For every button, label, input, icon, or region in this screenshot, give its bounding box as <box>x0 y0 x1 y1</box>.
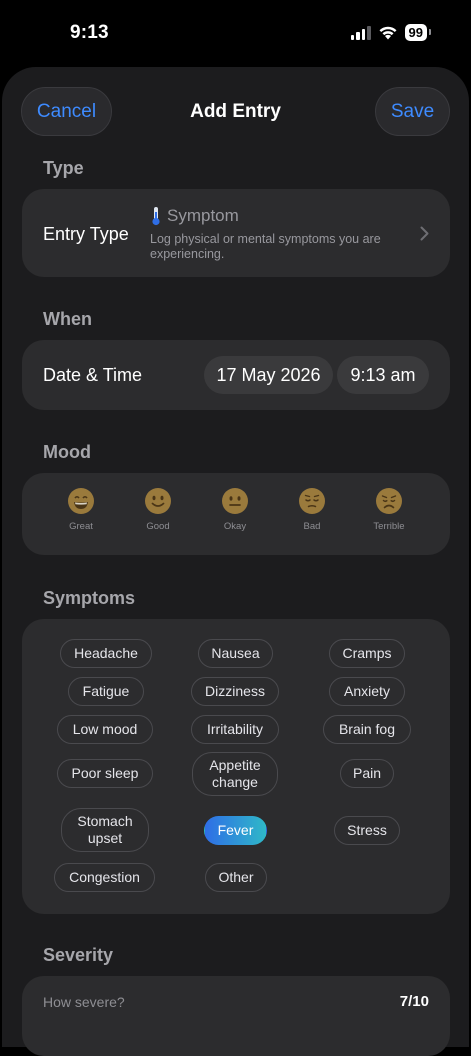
status-time: 9:13 <box>70 22 109 43</box>
mood-section-label: Mood <box>43 442 91 462</box>
date-time-row: Date & Time 17 May 2026 9:13 am <box>22 340 450 410</box>
mood-label: Okay <box>223 521 247 532</box>
status-icons: 99 <box>350 24 432 41</box>
chevron-right-icon <box>420 226 429 241</box>
mood-label: Great <box>69 521 93 532</box>
symptom-chip-fatigue[interactable]: Fatigue <box>68 677 144 706</box>
symptom-chip-nausea[interactable]: Nausea <box>198 639 273 668</box>
pensive-face-icon <box>299 488 325 514</box>
cellular-signal-icon <box>350 25 371 40</box>
symptoms-selector: Headache Nausea Cramps Fatigue Dizziness… <box>22 619 450 914</box>
mood-option-bad[interactable]: Bad <box>282 487 342 532</box>
time-picker[interactable]: 9:13 am <box>337 356 429 394</box>
severity-card: How severe? 7/10 <box>22 976 450 1056</box>
symptom-chip-brain-fog[interactable]: Brain fog <box>323 715 411 744</box>
severity-section-label: Severity <box>43 945 114 965</box>
mood-label: Terrible <box>373 521 405 532</box>
symptom-chip-anxiety[interactable]: Anxiety <box>329 677 405 706</box>
sad-face-icon <box>376 488 402 514</box>
symptom-chip-low-mood[interactable]: Low mood <box>57 715 153 744</box>
date-picker[interactable]: 17 May 2026 <box>204 356 333 394</box>
mood-label: Bad <box>303 521 321 532</box>
symptom-chip-cramps[interactable]: Cramps <box>329 639 405 668</box>
status-bar: 9:13 99 <box>0 0 471 68</box>
symptoms-section-label: Symptoms <box>43 588 136 608</box>
symptom-chip-stomach-upset[interactable]: Stomach upset <box>61 808 149 852</box>
symptom-chip-stress[interactable]: Stress <box>334 816 400 845</box>
symptom-chip-pain[interactable]: Pain <box>340 759 394 788</box>
symptom-chip-congestion[interactable]: Congestion <box>54 863 155 892</box>
entry-type-name: Symptom <box>167 206 239 225</box>
grinning-face-icon <box>68 488 94 514</box>
save-button[interactable]: Save <box>375 87 450 136</box>
smiling-face-icon <box>145 488 171 514</box>
neutral-face-icon <box>222 488 248 514</box>
type-section-label: Type <box>43 158 84 178</box>
severity-value: 7/10 <box>399 993 429 1010</box>
mood-option-okay[interactable]: Okay <box>205 487 265 532</box>
symptom-chip-fever[interactable]: Fever <box>204 816 267 845</box>
symptom-chip-dizziness[interactable]: Dizziness <box>191 677 279 706</box>
entry-type-label: Entry Type <box>43 224 129 244</box>
wifi-icon <box>379 26 397 40</box>
symptom-chip-poor-sleep[interactable]: Poor sleep <box>57 759 153 788</box>
mood-option-great[interactable]: Great <box>51 487 111 532</box>
entry-type-row[interactable]: Entry Type Symptom Log physical or menta… <box>22 189 450 277</box>
entry-type-description: Log physical or mental symptoms you are … <box>150 232 381 261</box>
battery-indicator: 99 <box>404 24 432 41</box>
symptom-chip-headache[interactable]: Headache <box>60 639 152 668</box>
mood-label: Good <box>146 521 170 532</box>
severity-question: How severe? <box>43 994 125 1010</box>
add-entry-sheet: Cancel Add Entry Save Type Entry Type Sy… <box>2 67 469 1056</box>
symptom-chip-appetite-change[interactable]: Appetite change <box>192 752 278 796</box>
date-time-label: Date & Time <box>43 365 143 385</box>
mood-option-good[interactable]: Good <box>128 487 188 532</box>
when-section-label: When <box>43 309 92 329</box>
entry-type-value: Symptom Log physical or mental symptoms … <box>150 206 410 262</box>
symptom-chip-irritability[interactable]: Irritability <box>191 715 279 744</box>
nav-bar: Cancel Add Entry Save <box>2 67 469 157</box>
thermometer-icon <box>152 207 160 226</box>
mood-option-terrible[interactable]: Terrible <box>359 487 419 532</box>
symptom-chip-other[interactable]: Other <box>205 863 267 892</box>
mood-selector: Great Good Okay Bad Terrible <box>22 473 450 555</box>
